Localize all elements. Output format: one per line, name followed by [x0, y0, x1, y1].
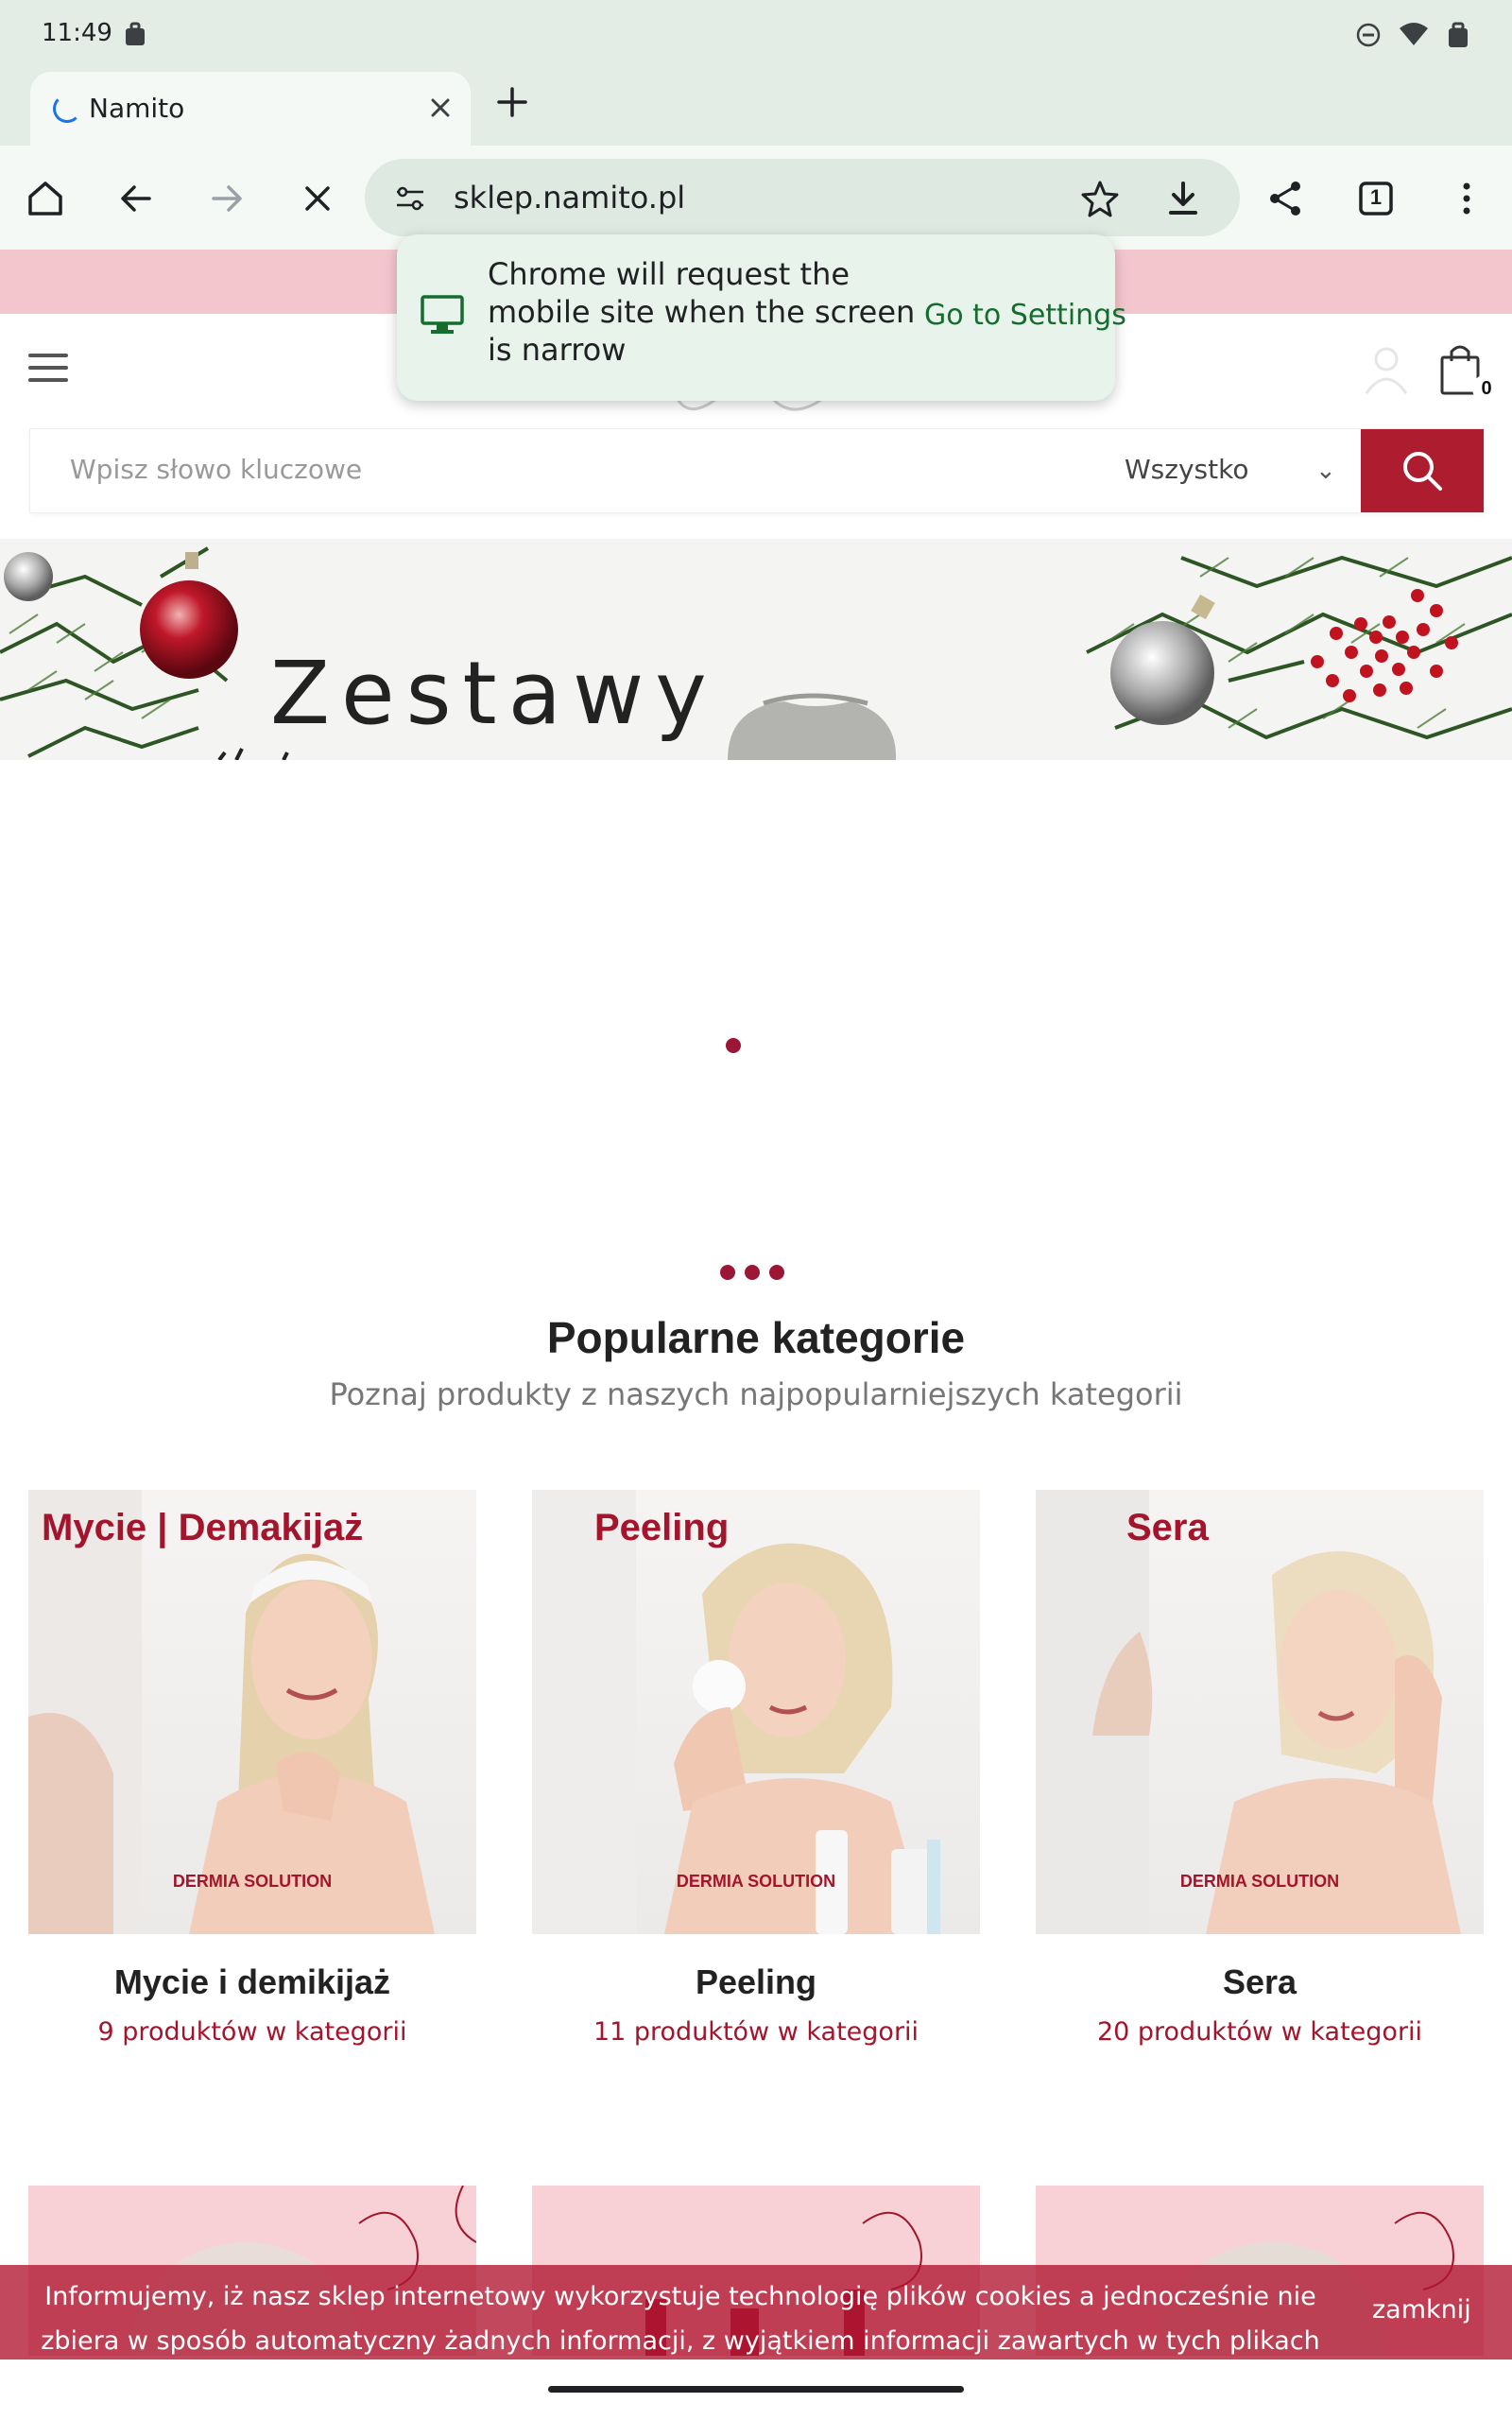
forward-button[interactable]: [200, 172, 253, 225]
battery-icon: [1449, 22, 1468, 47]
category-image[interactable]: Peeling DERMIA SOLUTION: [532, 1490, 980, 1934]
cookie-close-link[interactable]: zamknij: [1372, 2295, 1471, 2325]
search-icon: [1403, 452, 1442, 491]
bookmark-star-icon[interactable]: [1079, 178, 1121, 219]
section-subtitle: Poznaj produkty z naszych najpopularniej…: [329, 1376, 1183, 1412]
search-bar: Wpisz słowo kluczowe Wszystko ⌄: [30, 429, 1484, 512]
browser-tab[interactable]: Namito: [30, 72, 471, 146]
loading-indicator: [726, 1038, 741, 1053]
status-bar: 11:49: [0, 0, 1512, 68]
dnd-icon: [1356, 23, 1381, 47]
cookie-banner: Informujemy, iż nasz sklep internetowy w…: [0, 2265, 1512, 2400]
forward-icon: [212, 185, 242, 212]
chevron-down-icon[interactable]: ⌄: [1315, 456, 1336, 485]
section-ornament: [720, 1265, 784, 1280]
woman-photo-image: [532, 1490, 940, 1934]
download-icon[interactable]: [1162, 178, 1204, 219]
new-tab-icon[interactable]: [491, 81, 533, 123]
url-text[interactable]: sklep.namito.pl: [454, 180, 685, 216]
hero-background-image: [0, 546, 1512, 760]
back-icon: [121, 185, 151, 212]
category-count: 20 produktów w kategorii: [1096, 2017, 1423, 2047]
section-title: Popularne kategorie: [546, 1313, 966, 1362]
category-name[interactable]: Sera: [1036, 1962, 1484, 2002]
loading-spinner-icon: [53, 95, 81, 123]
user-account-icon[interactable]: [1363, 342, 1410, 395]
tab-strip: Namito: [0, 68, 1512, 146]
brand-logo: DERMIA SOLUTION: [172, 1872, 333, 1891]
brand-logo: DERMIA SOLUTION: [676, 1872, 836, 1891]
category-name[interactable]: Peeling: [532, 1962, 980, 2002]
stop-button[interactable]: [291, 172, 344, 225]
category-badge: Sera: [1126, 1507, 1209, 1548]
hamburger-menu-icon[interactable]: [28, 354, 68, 382]
status-time: 11:49: [42, 19, 112, 47]
system-navigation-bar: [0, 2360, 1512, 2420]
hero-title: Zestawy: [270, 643, 718, 744]
back-button[interactable]: [110, 172, 163, 225]
site-settings-icon[interactable]: [391, 180, 429, 217]
tab-count: 1: [1369, 185, 1383, 209]
home-button[interactable]: [19, 172, 72, 225]
category-count: 11 produktów w kategorii: [593, 2017, 919, 2047]
gesture-handle[interactable]: [548, 2386, 964, 2393]
cart-count-badge: 0: [1472, 374, 1501, 403]
category-badge: Mycie | Demakijaż: [42, 1507, 364, 1548]
share-icon: [1270, 182, 1300, 216]
request-mobile-site-popup: Chrome will request the mobile site when…: [397, 234, 1126, 401]
category-badge: Peeling: [594, 1507, 730, 1548]
more-menu-button[interactable]: [1440, 172, 1493, 225]
search-input[interactable]: Wpisz słowo kluczowe: [70, 454, 362, 485]
more-menu-icon: [1463, 182, 1470, 215]
search-category-select[interactable]: Wszystko: [1125, 454, 1248, 485]
hero-banner[interactable]: Zestawy: [0, 539, 1512, 760]
search-button[interactable]: [1361, 429, 1484, 512]
address-bar[interactable]: sklep.namito.pl: [365, 159, 1240, 236]
home-icon: [28, 182, 62, 216]
close-tab-icon[interactable]: [421, 89, 459, 127]
status-icons: [1355, 21, 1470, 49]
category-image[interactable]: Sera DERMIA SOLUTION: [1036, 1490, 1484, 1934]
tab-switcher-button[interactable]: 1: [1349, 172, 1402, 225]
stop-icon: [305, 186, 330, 211]
desktop-monitor-icon: [421, 295, 464, 334]
brand-logo: DERMIA SOLUTION: [1179, 1872, 1340, 1891]
go-to-settings-button[interactable]: Go to Settings: [924, 299, 1126, 332]
category-name[interactable]: Mycie i demikijaż: [28, 1962, 476, 2002]
wifi-icon: [1400, 23, 1428, 45]
woman-photo-image: [28, 1490, 435, 1934]
share-button[interactable]: [1259, 172, 1312, 225]
woman-photo-image: [1036, 1490, 1461, 1934]
tab-title: Namito: [89, 93, 185, 124]
work-profile-icon: [126, 22, 145, 45]
category-count: 9 produktów w kategorii: [97, 2017, 407, 2047]
category-image[interactable]: Mycie | Demakijaż DERMIA SOLUTION: [28, 1490, 476, 1934]
popup-message: Chrome will request the mobile site when…: [488, 256, 916, 368]
